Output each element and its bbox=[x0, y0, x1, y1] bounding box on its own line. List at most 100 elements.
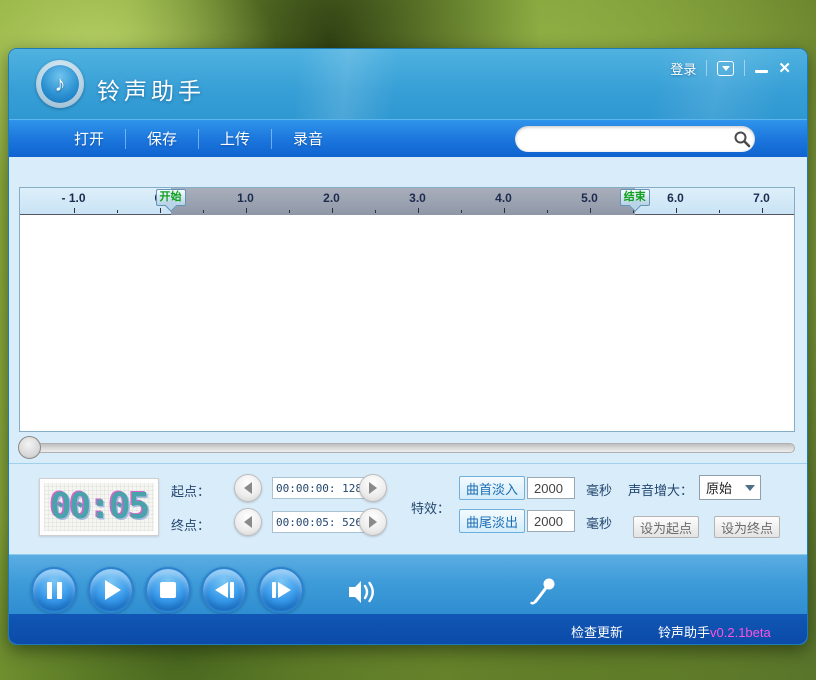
version-app-name: 铃声助手 bbox=[658, 625, 710, 640]
start-marker-label: 开始 bbox=[160, 191, 182, 203]
ruler-minor-tick bbox=[289, 210, 290, 213]
timeline-ruler[interactable]: 开始 结束 - 1.00.1.02.03.04.05.06.07.0 bbox=[20, 188, 794, 215]
fade-out-ms-input[interactable] bbox=[527, 510, 575, 532]
start-increment-button[interactable] bbox=[359, 474, 387, 502]
start-marker-flag[interactable]: 开始 bbox=[156, 189, 186, 206]
minimize-icon[interactable] bbox=[755, 61, 768, 76]
ruler-tick bbox=[74, 208, 75, 213]
ruler-tick-label: 3.0 bbox=[409, 191, 426, 205]
play-button[interactable] bbox=[88, 567, 134, 613]
desktop-background: ♪ 铃声助手 登录 ✕ 打开 保存 上传 录音 bbox=[0, 0, 816, 680]
app-window: ♪ 铃声助手 登录 ✕ 打开 保存 上传 录音 bbox=[8, 48, 808, 645]
open-button[interactable]: 打开 bbox=[53, 122, 125, 155]
titlebar-divider bbox=[744, 60, 745, 76]
toolbar: 打开 保存 上传 录音 bbox=[9, 119, 807, 157]
ms-unit-label: 毫秒 bbox=[586, 480, 612, 499]
titlebar: ♪ 铃声助手 登录 ✕ bbox=[9, 49, 807, 119]
set-end-button[interactable]: 设为终点 bbox=[714, 516, 780, 538]
step-forward-icon bbox=[272, 582, 291, 598]
start-point-label: 起点： bbox=[171, 481, 210, 500]
waveform-area[interactable] bbox=[20, 215, 794, 431]
ruler-minor-tick bbox=[547, 210, 548, 213]
waveform-scrollbar[interactable] bbox=[19, 443, 795, 453]
ruler-tick bbox=[160, 208, 161, 213]
end-marker-label: 结束 bbox=[624, 191, 646, 203]
music-note-icon: ♪ bbox=[41, 65, 79, 103]
upload-button[interactable]: 上传 bbox=[199, 122, 271, 155]
ruler-minor-tick bbox=[203, 210, 204, 213]
fade-out-button[interactable]: 曲尾淡出 bbox=[459, 509, 525, 533]
step-forward-button[interactable] bbox=[258, 567, 304, 613]
ruler-minor-tick bbox=[375, 210, 376, 213]
effects-label: 特效： bbox=[411, 498, 450, 517]
ruler-tick-label: 2.0 bbox=[323, 191, 340, 205]
end-decrement-button[interactable] bbox=[234, 508, 262, 536]
close-icon[interactable]: ✕ bbox=[778, 61, 791, 76]
save-button[interactable]: 保存 bbox=[126, 122, 198, 155]
start-time-field[interactable] bbox=[272, 477, 366, 499]
version-label: 铃声助手v0.2.1beta bbox=[658, 622, 771, 641]
record-button[interactable]: 录音 bbox=[272, 122, 344, 155]
ruler-tick bbox=[246, 208, 247, 213]
titlebar-divider bbox=[706, 60, 707, 76]
ruler-tick bbox=[590, 208, 591, 213]
login-link[interactable]: 登录 bbox=[670, 59, 696, 78]
ruler-minor-tick bbox=[719, 210, 720, 213]
pause-button[interactable] bbox=[31, 567, 77, 613]
ruler-tick bbox=[676, 208, 677, 213]
ruler-minor-tick bbox=[117, 210, 118, 213]
waveform-scrollbar-thumb[interactable] bbox=[18, 436, 41, 459]
volume-boost-label: 声音增大： bbox=[628, 480, 693, 499]
step-back-icon bbox=[215, 582, 234, 598]
arrow-right-icon bbox=[369, 482, 377, 494]
end-increment-button[interactable] bbox=[359, 508, 387, 536]
play-icon bbox=[105, 580, 121, 600]
skin-dropdown-icon[interactable] bbox=[717, 61, 734, 76]
volume-boost-select[interactable]: 原始 bbox=[699, 475, 761, 500]
step-back-button[interactable] bbox=[201, 567, 247, 613]
stop-button[interactable] bbox=[145, 567, 191, 613]
search-box bbox=[515, 126, 755, 152]
ruler-tick-label: 5.0 bbox=[581, 191, 598, 205]
stop-icon bbox=[160, 582, 176, 598]
ruler-tick-label: 6.0 bbox=[667, 191, 684, 205]
app-logo: ♪ bbox=[36, 60, 84, 108]
ruler-tick-label: 4.0 bbox=[495, 191, 512, 205]
ruler-tick-label: 7.0 bbox=[753, 191, 770, 205]
pause-icon bbox=[47, 582, 62, 599]
arrow-left-icon bbox=[244, 482, 252, 494]
time-display-value: 00:05 bbox=[50, 489, 148, 525]
fade-in-button[interactable]: 曲首淡入 bbox=[459, 476, 525, 500]
playback-bar bbox=[9, 554, 807, 614]
arrow-right-icon bbox=[369, 516, 377, 528]
panel-separator bbox=[9, 463, 807, 464]
volume-boost-value: 原始 bbox=[700, 478, 745, 497]
search-icon[interactable] bbox=[729, 126, 755, 152]
fade-in-ms-input[interactable] bbox=[527, 477, 575, 499]
status-bar: 检查更新 铃声助手v0.2.1beta bbox=[9, 614, 807, 645]
ruler-tick-label: - 1.0 bbox=[61, 191, 85, 205]
ruler-tick bbox=[332, 208, 333, 213]
arrow-left-icon bbox=[244, 516, 252, 528]
ruler-tick bbox=[504, 208, 505, 213]
end-time-field[interactable] bbox=[272, 511, 366, 533]
end-point-label: 终点： bbox=[171, 515, 210, 534]
start-decrement-button[interactable] bbox=[234, 474, 262, 502]
speaker-icon[interactable] bbox=[345, 575, 379, 609]
app-title: 铃声助手 bbox=[97, 72, 205, 106]
lcd-screen: 00:05 bbox=[44, 483, 154, 531]
microphone-icon[interactable] bbox=[527, 575, 561, 609]
search-input[interactable] bbox=[515, 132, 729, 147]
ms-unit-label: 毫秒 bbox=[586, 513, 612, 532]
toolbar-menu: 打开 保存 上传 录音 bbox=[53, 122, 344, 155]
version-number: v0.2.1beta bbox=[710, 625, 771, 640]
time-display: 00:05 bbox=[39, 478, 159, 536]
ruler-tick bbox=[762, 208, 763, 213]
set-start-button[interactable]: 设为起点 bbox=[633, 516, 699, 538]
end-marker-flag[interactable]: 结束 bbox=[620, 189, 650, 206]
ruler-tick-label: 1.0 bbox=[237, 191, 254, 205]
chevron-down-icon bbox=[745, 485, 755, 491]
check-update-link[interactable]: 检查更新 bbox=[571, 622, 623, 641]
ruler-tick bbox=[418, 208, 419, 213]
waveform-panel: 开始 结束 - 1.00.1.02.03.04.05.06.07.0 bbox=[19, 187, 795, 432]
